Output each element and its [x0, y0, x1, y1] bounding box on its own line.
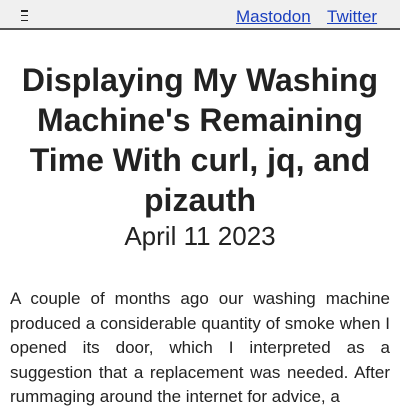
nav-link-mastodon[interactable]: Mastodon: [236, 7, 311, 27]
article-body-paragraph: A couple of months ago our washing machi…: [10, 289, 390, 406]
top-nav-bar: Mastodon Twitter: [0, 0, 400, 30]
hamburger-menu-icon[interactable]: [21, 9, 31, 21]
article-title: Displaying My Washing Machine's Remainin…: [21, 62, 379, 218]
nav-link-twitter[interactable]: Twitter: [327, 7, 377, 27]
article-date: April 11 2023: [124, 221, 276, 251]
